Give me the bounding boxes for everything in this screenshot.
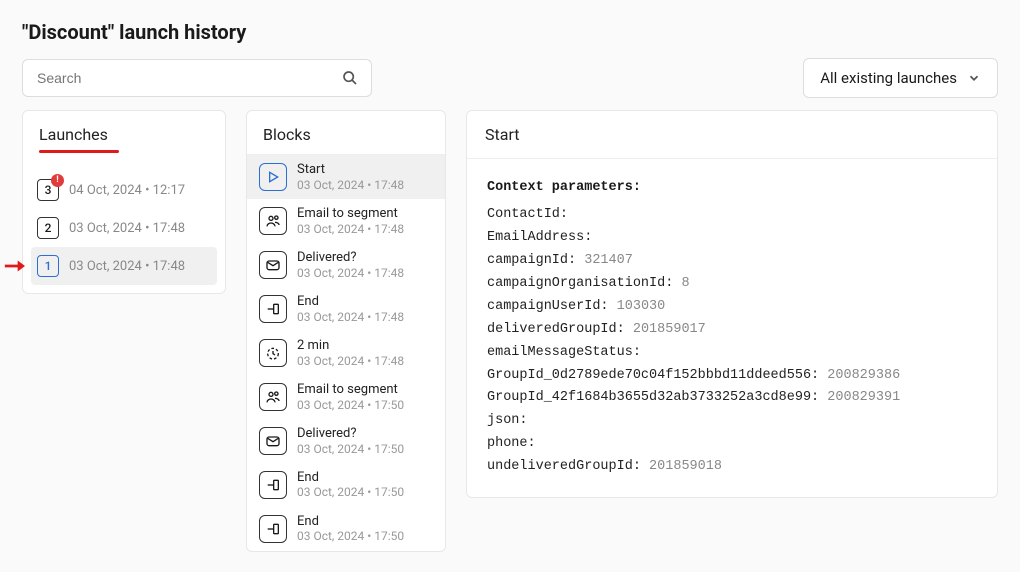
alert-icon: ! — [51, 174, 64, 187]
block-row[interactable]: 2 min03 Oct, 2024 • 17:48 — [247, 331, 445, 375]
param-key: GroupId_42f1684b3655d32ab3733252a3cd8e99… — [487, 390, 819, 405]
param-value: 200829386 — [827, 368, 900, 383]
page-title: "Discount" launch history — [22, 20, 998, 44]
launch-row[interactable]: 3! 04 Oct, 2024 • 12:17 — [31, 171, 217, 209]
param-key: GroupId_0d2789ede70c04f152bbbd11ddeed556… — [487, 368, 819, 383]
param-key: EmailAddress: — [487, 230, 592, 245]
users-icon — [259, 383, 287, 411]
block-row[interactable]: Delivered?03 Oct, 2024 • 17:48 — [247, 243, 445, 287]
param-key: deliveredGroupId: — [487, 322, 625, 337]
launch-row[interactable]: 2 03 Oct, 2024 • 17:48 — [31, 209, 217, 247]
param-value: 200829391 — [827, 390, 900, 405]
launches-filter-dropdown[interactable]: All existing launches — [803, 58, 998, 98]
param-value: 321407 — [584, 253, 633, 268]
block-timestamp: 03 Oct, 2024 • 17:48 — [297, 266, 404, 280]
block-row[interactable]: End03 Oct, 2024 • 17:50 — [247, 507, 445, 551]
arrow-marker-icon — [3, 259, 25, 273]
block-title: End — [297, 294, 404, 310]
chevron-down-icon — [967, 71, 981, 85]
detail-panel: Start Context parameters: ContactId: Emai… — [466, 110, 998, 498]
context-param: GroupId_42f1684b3655d32ab3733252a3cd8e99… — [487, 387, 977, 410]
launch-timestamp: 03 Oct, 2024 • 17:48 — [69, 259, 185, 274]
context-param: campaignUserId: 103030 — [487, 296, 977, 319]
end-icon — [259, 295, 287, 323]
end-icon — [259, 471, 287, 499]
search-input[interactable] — [22, 59, 372, 97]
mail-icon — [259, 251, 287, 279]
context-param: campaignId: 321407 — [487, 250, 977, 273]
launch-timestamp: 03 Oct, 2024 • 17:48 — [69, 221, 185, 236]
context-param: emailMessageStatus: — [487, 342, 977, 365]
block-title: Start — [297, 162, 404, 178]
context-params-heading: Context parameters: — [487, 177, 977, 200]
context-param: phone: — [487, 433, 977, 456]
block-timestamp: 03 Oct, 2024 • 17:48 — [297, 354, 404, 368]
blocks-panel: Blocks Start03 Oct, 2024 • 17:48Email to… — [246, 110, 446, 552]
block-row[interactable]: Delivered?03 Oct, 2024 • 17:50 — [247, 419, 445, 463]
launches-panel-title: Launches — [39, 125, 209, 144]
block-timestamp: 03 Oct, 2024 • 17:50 — [297, 485, 404, 499]
param-key: undeliveredGroupId: — [487, 459, 641, 474]
param-key: emailMessageStatus: — [487, 345, 641, 360]
context-param: json: — [487, 410, 977, 433]
block-timestamp: 03 Oct, 2024 • 17:50 — [297, 529, 404, 543]
param-key: phone: — [487, 436, 536, 451]
param-value: 201859018 — [649, 459, 722, 474]
block-timestamp: 03 Oct, 2024 • 17:50 — [297, 442, 404, 456]
launch-number-badge: 2 — [37, 217, 59, 239]
block-title: End — [297, 514, 404, 530]
context-param: deliveredGroupId: 201859017 — [487, 319, 977, 342]
dropdown-label: All existing launches — [820, 69, 957, 87]
block-title: 2 min — [297, 338, 404, 354]
param-value: 8 — [681, 276, 689, 291]
block-title: Delivered? — [297, 250, 404, 266]
context-param: GroupId_0d2789ede70c04f152bbbd11ddeed556… — [487, 365, 977, 388]
end-icon — [259, 515, 287, 543]
context-param: EmailAddress: — [487, 227, 977, 250]
block-row[interactable]: End03 Oct, 2024 • 17:48 — [247, 287, 445, 331]
block-title: Email to segment — [297, 382, 404, 398]
block-row[interactable]: End03 Oct, 2024 • 17:50 — [247, 463, 445, 507]
block-timestamp: 03 Oct, 2024 • 17:48 — [297, 222, 404, 236]
block-timestamp: 03 Oct, 2024 • 17:50 — [297, 398, 404, 412]
param-key: campaignUserId: — [487, 299, 609, 314]
context-param: undeliveredGroupId: 201859018 — [487, 456, 977, 479]
launches-title-underline — [39, 150, 119, 153]
search-icon — [342, 70, 358, 86]
detail-panel-title: Start — [485, 125, 979, 144]
launch-row[interactable]: 1 03 Oct, 2024 • 17:48 — [31, 247, 217, 285]
param-value: 103030 — [617, 299, 666, 314]
param-key: campaignId: — [487, 253, 576, 268]
block-title: Delivered? — [297, 426, 404, 442]
launch-number-badge: 3! — [37, 179, 59, 201]
block-timestamp: 03 Oct, 2024 • 17:48 — [297, 310, 404, 324]
launch-timestamp: 04 Oct, 2024 • 12:17 — [69, 183, 185, 198]
context-param: campaignOrganisationId: 8 — [487, 273, 977, 296]
block-title: End — [297, 470, 404, 486]
param-key: ContactId: — [487, 207, 568, 222]
launches-panel: Launches 3! 04 Oct, 2024 • 12:17 2 03 Oct, … — [22, 110, 226, 294]
param-key: campaignOrganisationId: — [487, 276, 673, 291]
timer-icon — [259, 339, 287, 367]
mail-icon — [259, 427, 287, 455]
block-row[interactable]: Start03 Oct, 2024 • 17:48 — [247, 155, 445, 199]
search-container — [22, 59, 372, 97]
param-value: 201859017 — [633, 322, 706, 337]
block-row[interactable]: Email to segment03 Oct, 2024 • 17:48 — [247, 199, 445, 243]
blocks-panel-title: Blocks — [263, 125, 429, 144]
play-icon — [259, 163, 287, 191]
param-key: json: — [487, 413, 528, 428]
block-title: Email to segment — [297, 206, 404, 222]
block-row[interactable]: Email to segment03 Oct, 2024 • 17:50 — [247, 375, 445, 419]
launch-number-badge: 1 — [37, 255, 59, 277]
block-timestamp: 03 Oct, 2024 • 17:48 — [297, 178, 404, 192]
users-icon — [259, 207, 287, 235]
context-param: ContactId: — [487, 204, 977, 227]
